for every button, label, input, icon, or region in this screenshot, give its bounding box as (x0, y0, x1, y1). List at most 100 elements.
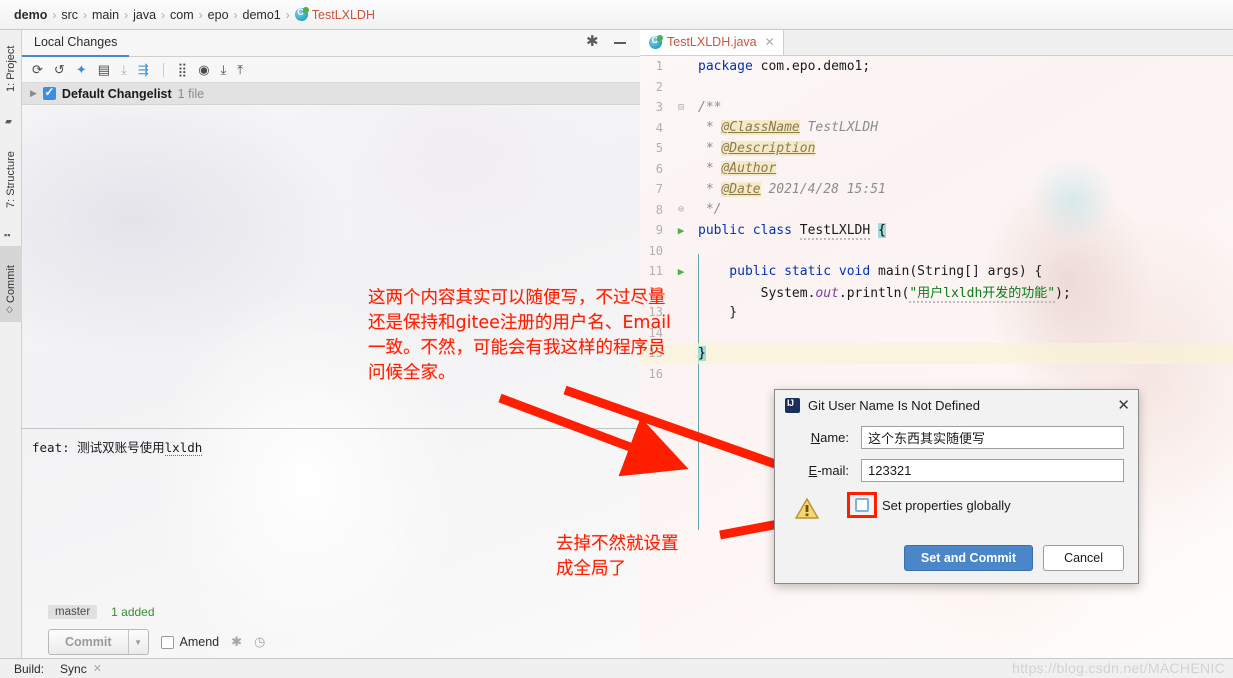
update-icon[interactable]: ⤓ (121, 63, 127, 76)
tab-local-changes-label: Local Changes (34, 35, 118, 49)
breadcrumb-item-main[interactable]: main (88, 8, 123, 22)
code-text: com.epo.demo1; (752, 58, 871, 74)
code-line: 9 ▶ public class TestLXLDH { (640, 220, 1233, 241)
line-number: 4 (655, 120, 663, 135)
commit-history-clock-icon[interactable]: ◷ (254, 634, 265, 650)
changelist-row[interactable]: ▶ Default Changelist 1 file (22, 83, 640, 105)
sidebar-item-project[interactable]: 1: Project (0, 30, 22, 108)
set-and-commit-button[interactable]: Set and Commit (903, 545, 1034, 571)
code-line: 15} (640, 343, 1233, 364)
code-text: ); (1055, 286, 1071, 302)
name-label-accel: N (810, 430, 821, 445)
fold-marker-icon[interactable]: ⊟ (670, 102, 692, 113)
rollback-icon[interactable]: ↺ (54, 63, 65, 76)
close-icon[interactable]: ✕ (93, 662, 102, 675)
commit-status: master 1 added (48, 605, 155, 619)
watermark: https://blog.csdn.net/MACHENIC (1012, 660, 1225, 676)
amend-checkbox[interactable] (160, 635, 174, 649)
commit-button[interactable]: Commit ▼ (48, 629, 149, 655)
minimize-icon[interactable] (614, 42, 626, 44)
commit-area: feat: 测试双账号使用lxldh master 1 added Commit… (22, 428, 640, 658)
line-number: 1 (655, 59, 663, 74)
line-number: 5 (655, 141, 663, 156)
branch-badge: master (48, 605, 98, 619)
dialog-title-bar: Git User Name Is Not Defined ✕ (775, 390, 1138, 420)
changelist-checkbox[interactable] (42, 85, 56, 100)
annotation-main-text: 这两个内容其实可以随便写，不过尽量 还是保持和gitee注册的用户名、Email… (368, 288, 671, 383)
show-diff-icon[interactable]: ▤ (98, 63, 110, 76)
breadcrumb-item-src[interactable]: src (57, 8, 82, 22)
fold-marker-icon[interactable]: ⊖ (670, 204, 692, 215)
amend-checkbox-wrap[interactable]: Amend (160, 635, 219, 649)
commit-message-input[interactable]: feat: 测试双账号使用lxldh (22, 429, 640, 584)
javadoc-tag: @Description (721, 140, 816, 156)
email-label-accel: E (808, 463, 818, 478)
structure-icon: ▪▪ (4, 230, 11, 240)
code-method: main (878, 263, 910, 279)
set-properties-globally-checkbox[interactable] (855, 498, 869, 512)
diff-icon[interactable]: ✦ (76, 63, 87, 76)
code-keyword: class (744, 222, 800, 238)
cancel-button[interactable]: Cancel (1043, 545, 1124, 571)
breadcrumb: demo › src › main › java › com › epo › d… (0, 0, 1233, 30)
chevron-down-icon[interactable]: ▼ (127, 630, 148, 654)
collapse-all-icon[interactable]: ⤒ (237, 63, 243, 76)
breadcrumb-item-demo[interactable]: demo (10, 8, 51, 22)
preview-icon[interactable]: ◉ (198, 63, 209, 76)
run-method-icon[interactable]: ▶ (670, 265, 692, 278)
panel-header: Local Changes (22, 30, 640, 57)
group-by-icon[interactable]: ⣿ (178, 63, 188, 76)
build-task: Sync (60, 661, 87, 676)
email-input[interactable]: 123321 (861, 459, 1124, 482)
build-label: Build: (14, 661, 45, 676)
breadcrumb-item-epo[interactable]: epo (204, 8, 233, 22)
code-line: 8 ⊖ */ (640, 200, 1233, 221)
code-comment: * (698, 120, 722, 136)
tab-local-changes[interactable]: Local Changes (22, 30, 130, 57)
breadcrumb-class-label: TestLXLDH (311, 7, 375, 22)
code-line: 13 } (640, 302, 1233, 323)
commit-label: Commit (5, 265, 17, 303)
line-number: 11 (648, 264, 663, 279)
code-brace: { (878, 222, 886, 238)
breadcrumb-item-demo1[interactable]: demo1 (239, 8, 285, 22)
code-line: 16 (640, 364, 1233, 385)
refresh-icon[interactable]: ⟳ (32, 63, 43, 76)
code-comment: * (698, 140, 722, 156)
close-icon[interactable]: ✕ (765, 35, 775, 49)
name-input[interactable]: 这个东西其实随便写 (861, 426, 1124, 449)
expand-all-icon[interactable]: ⤓ (221, 63, 227, 76)
line-number: 3 (655, 100, 663, 115)
javadoc-tag: @Date (721, 181, 761, 197)
line-number: 9 (655, 223, 663, 238)
code-comment: TestLXLDH (799, 120, 879, 136)
java-class-icon (649, 35, 662, 49)
code-text: System. (698, 286, 816, 302)
breadcrumb-item-java[interactable]: java (129, 8, 160, 22)
commit-message-text: feat: 测试双账号使用 (32, 440, 165, 455)
gear-icon[interactable] (586, 32, 600, 50)
code-comment: 2021/4/28 15:51 (760, 181, 886, 197)
code-line: 1 package com.epo.demo1; (640, 56, 1233, 77)
build-status[interactable]: Build: Sync ✕ (0, 662, 102, 676)
line-number: 6 (655, 161, 663, 176)
expand-triangle-icon[interactable]: ▶ (30, 88, 37, 99)
sidebar-item-structure[interactable]: 7: Structure (0, 134, 22, 226)
breadcrumb-item-com[interactable]: com (166, 8, 198, 22)
commit-message-highlight: lxldh (164, 440, 203, 456)
dialog-buttons: Set and Commit Cancel (903, 545, 1124, 571)
shelve-icon[interactable]: ⇶ (138, 63, 149, 76)
commit-settings-gear-icon[interactable]: ✱ (231, 634, 242, 650)
git-user-name-dialog: Git User Name Is Not Defined ✕ Name: 这个东… (774, 389, 1139, 584)
code-line: 5 * @Description (640, 138, 1233, 159)
checkbox-label-b: lobally (973, 497, 1011, 513)
code-keyword: package (698, 58, 753, 74)
close-icon[interactable]: ✕ (1117, 396, 1130, 414)
breadcrumb-item-class[interactable]: TestLXLDH (291, 7, 379, 22)
editor-tab-testlxldh[interactable]: TestLXLDH.java ✕ (640, 30, 784, 55)
code-text: } (698, 304, 738, 320)
code-comment: /** (698, 99, 722, 115)
intellij-logo-icon (785, 397, 800, 413)
run-class-icon[interactable]: ▶ (670, 224, 692, 237)
set-properties-globally-label[interactable]: Set properties globally (882, 498, 1011, 513)
